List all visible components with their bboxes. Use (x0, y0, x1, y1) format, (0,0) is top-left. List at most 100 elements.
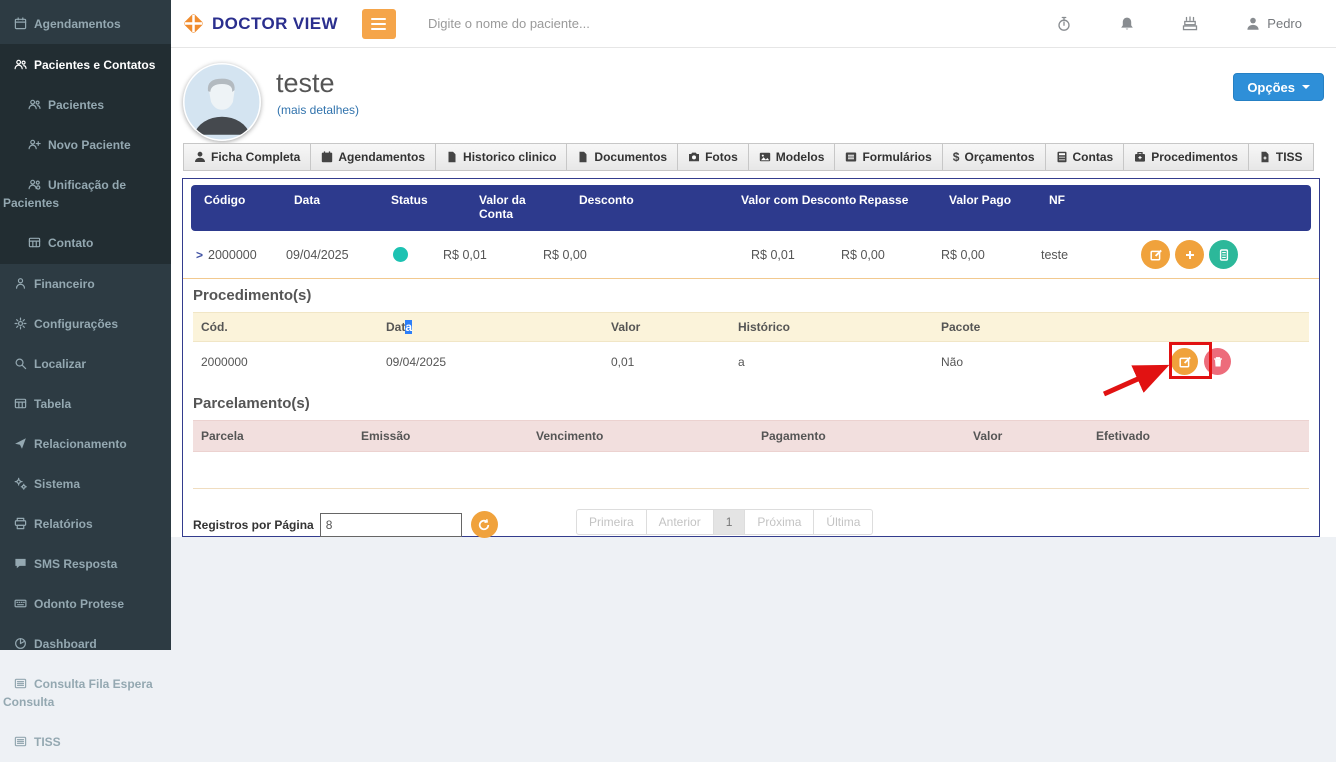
column-header: Código (204, 193, 246, 207)
sidebar-item-financeiro[interactable]: Financeiro (0, 264, 171, 304)
expand-chevron-icon[interactable]: > (196, 248, 203, 262)
pagination-previous[interactable]: Anterior (645, 509, 714, 535)
cake-icon[interactable] (1182, 15, 1198, 32)
tab-label: TISS (1275, 150, 1303, 164)
tab-agendamentos[interactable]: Agendamentos (310, 143, 437, 171)
add-button[interactable] (1175, 240, 1204, 269)
table-icon (14, 398, 27, 409)
installments-table-header: Parcela Emissão Vencimento Pagamento Val… (193, 420, 1309, 452)
column-header: Efetivado (1096, 429, 1151, 443)
sidebar-item-dashboard[interactable]: Dashboard (0, 624, 171, 664)
users-icon (14, 59, 27, 70)
annotation-arrow (1102, 364, 1170, 397)
column-header: Vencimento (536, 429, 604, 443)
sidebar-item-odonto-protese[interactable]: Odonto Protese (0, 584, 171, 624)
gear-icon (14, 317, 27, 330)
sidebar-item-pacientes-e-contatos[interactable]: Pacientes e Contatos (0, 45, 171, 85)
sidebar-item-label: Agendamentos (34, 17, 121, 31)
more-details-link[interactable]: (mais detalhes) (277, 103, 359, 117)
tab-historico-clinico[interactable]: Historico clinico (435, 143, 568, 171)
pagination-page-1[interactable]: 1 (712, 509, 746, 535)
tab-contas[interactable]: Contas (1044, 143, 1125, 171)
tab-documentos[interactable]: Documentos (566, 143, 679, 171)
stopwatch-icon[interactable] (1056, 16, 1072, 32)
column-header: Valor da Conta (479, 193, 526, 221)
file-icon (448, 151, 456, 163)
sidebar-item-relacionamento[interactable]: Relacionamento (0, 424, 171, 464)
column-header: Data (294, 193, 321, 207)
options-button[interactable]: Opções (1233, 73, 1324, 101)
selected-text: a (405, 320, 413, 334)
sidebar-item-label: Pacientes e Contatos (34, 58, 156, 72)
printer-icon (14, 517, 27, 530)
sidebar-item-label: Dashboard (34, 637, 97, 651)
sidebar-item-localizar[interactable]: Localizar (0, 344, 171, 384)
procedure-value: 0,01 (611, 354, 635, 369)
tab-ficha-completa[interactable]: Ficha Completa (183, 143, 312, 171)
account-row-actions (1141, 240, 1319, 269)
tab-modelos[interactable]: Modelos (747, 143, 836, 171)
comment-icon (15, 558, 26, 569)
user-menu[interactable]: Pedro (1245, 16, 1302, 32)
sidebar-item-configuracoes[interactable]: Configurações (0, 304, 171, 344)
tab-tiss[interactable]: TISS (1247, 143, 1314, 171)
tab-orcamentos[interactable]: $ Orçamentos (941, 143, 1046, 171)
receipt-button[interactable] (1209, 240, 1238, 269)
tab-formularios[interactable]: Formulários (834, 143, 943, 171)
sidebar-item-pacientes[interactable]: Pacientes (0, 85, 171, 125)
sidebar-item-label: SMS Resposta (34, 557, 118, 571)
camera-icon (689, 152, 700, 162)
sidebar-item-agendamentos[interactable]: Agendamentos (0, 4, 171, 44)
sidebar-item-sms-resposta[interactable]: SMS Resposta (0, 544, 171, 584)
pagination-next[interactable]: Próxima (744, 509, 815, 535)
column-header: Valor (611, 320, 641, 334)
tab-label: Historico clinico (463, 150, 557, 164)
sidebar-item-label: Pacientes (48, 98, 105, 112)
pagination-first[interactable]: Primeira (576, 509, 647, 535)
status-badge (393, 247, 408, 262)
account-repasse: R$ 0,00 (841, 247, 885, 262)
sidebar-item-novo-paciente[interactable]: Novo Paciente (0, 125, 171, 165)
tab-label: Agendamentos (338, 150, 426, 164)
sidebar-item-consulta-fila-espera[interactable]: Consulta Fila Espera Consulta (0, 664, 171, 722)
brand-logo: DOCTOR VIEW (182, 12, 338, 35)
edit-account-button[interactable] (1141, 240, 1170, 269)
tab-label: Fotos (705, 150, 738, 164)
bell-icon[interactable] (1119, 16, 1135, 32)
dollar-icon: $ (952, 150, 960, 164)
tab-fotos[interactable]: Fotos (677, 143, 749, 171)
account-date: 09/04/2025 (286, 247, 349, 262)
sidebar-group-pacientes-e-contatos: Pacientes e Contatos Pacientes Novo Paci… (0, 44, 171, 264)
sidebar-item-label: Relacionamento (34, 437, 127, 451)
pagination-last[interactable]: Última (813, 509, 874, 535)
file-plus-icon (1261, 151, 1269, 163)
sidebar-toggle-button[interactable] (361, 8, 396, 39)
procedures-title: Procedimento(s) (193, 287, 312, 304)
users-gear-icon (28, 179, 41, 190)
trash-icon (1213, 356, 1222, 366)
calculator-icon (1057, 151, 1067, 163)
sidebar-item-tiss[interactable]: TISS (0, 722, 171, 762)
tab-label: Formulários (862, 150, 932, 164)
sidebar-item-tabela[interactable]: Tabela (0, 384, 171, 424)
account-row[interactable]: >2000000 09/04/2025 R$ 0,01 R$ 0,00 R$ 0… (183, 231, 1319, 279)
chevron-down-icon (1302, 85, 1310, 89)
plus-icon (1185, 250, 1194, 259)
user-name: Pedro (1267, 16, 1302, 31)
edit-icon (1149, 249, 1162, 261)
column-header: Pacote (941, 320, 981, 334)
tab-procedimentos[interactable]: Procedimentos (1123, 143, 1249, 171)
patient-search-input[interactable] (425, 15, 710, 32)
column-header: Valor Pago (949, 193, 1012, 207)
records-per-page-input[interactable] (319, 512, 462, 537)
column-header: Desconto (579, 193, 634, 207)
sidebar-item-unificacao-de-pacientes[interactable]: Unificação de Pacientes (0, 165, 171, 223)
sidebar-item-sistema[interactable]: Sistema (0, 464, 171, 504)
calculator-icon (1219, 248, 1228, 261)
sidebar-item-relatorios[interactable]: Relatórios (0, 504, 171, 544)
refresh-button[interactable] (470, 511, 498, 538)
sidebar-item-label: Financeiro (34, 277, 95, 291)
procedure-date: 09/04/2025 (386, 354, 447, 369)
sidebar-item-contato[interactable]: Contato (0, 223, 171, 263)
brand-name: DOCTOR VIEW (212, 13, 338, 33)
